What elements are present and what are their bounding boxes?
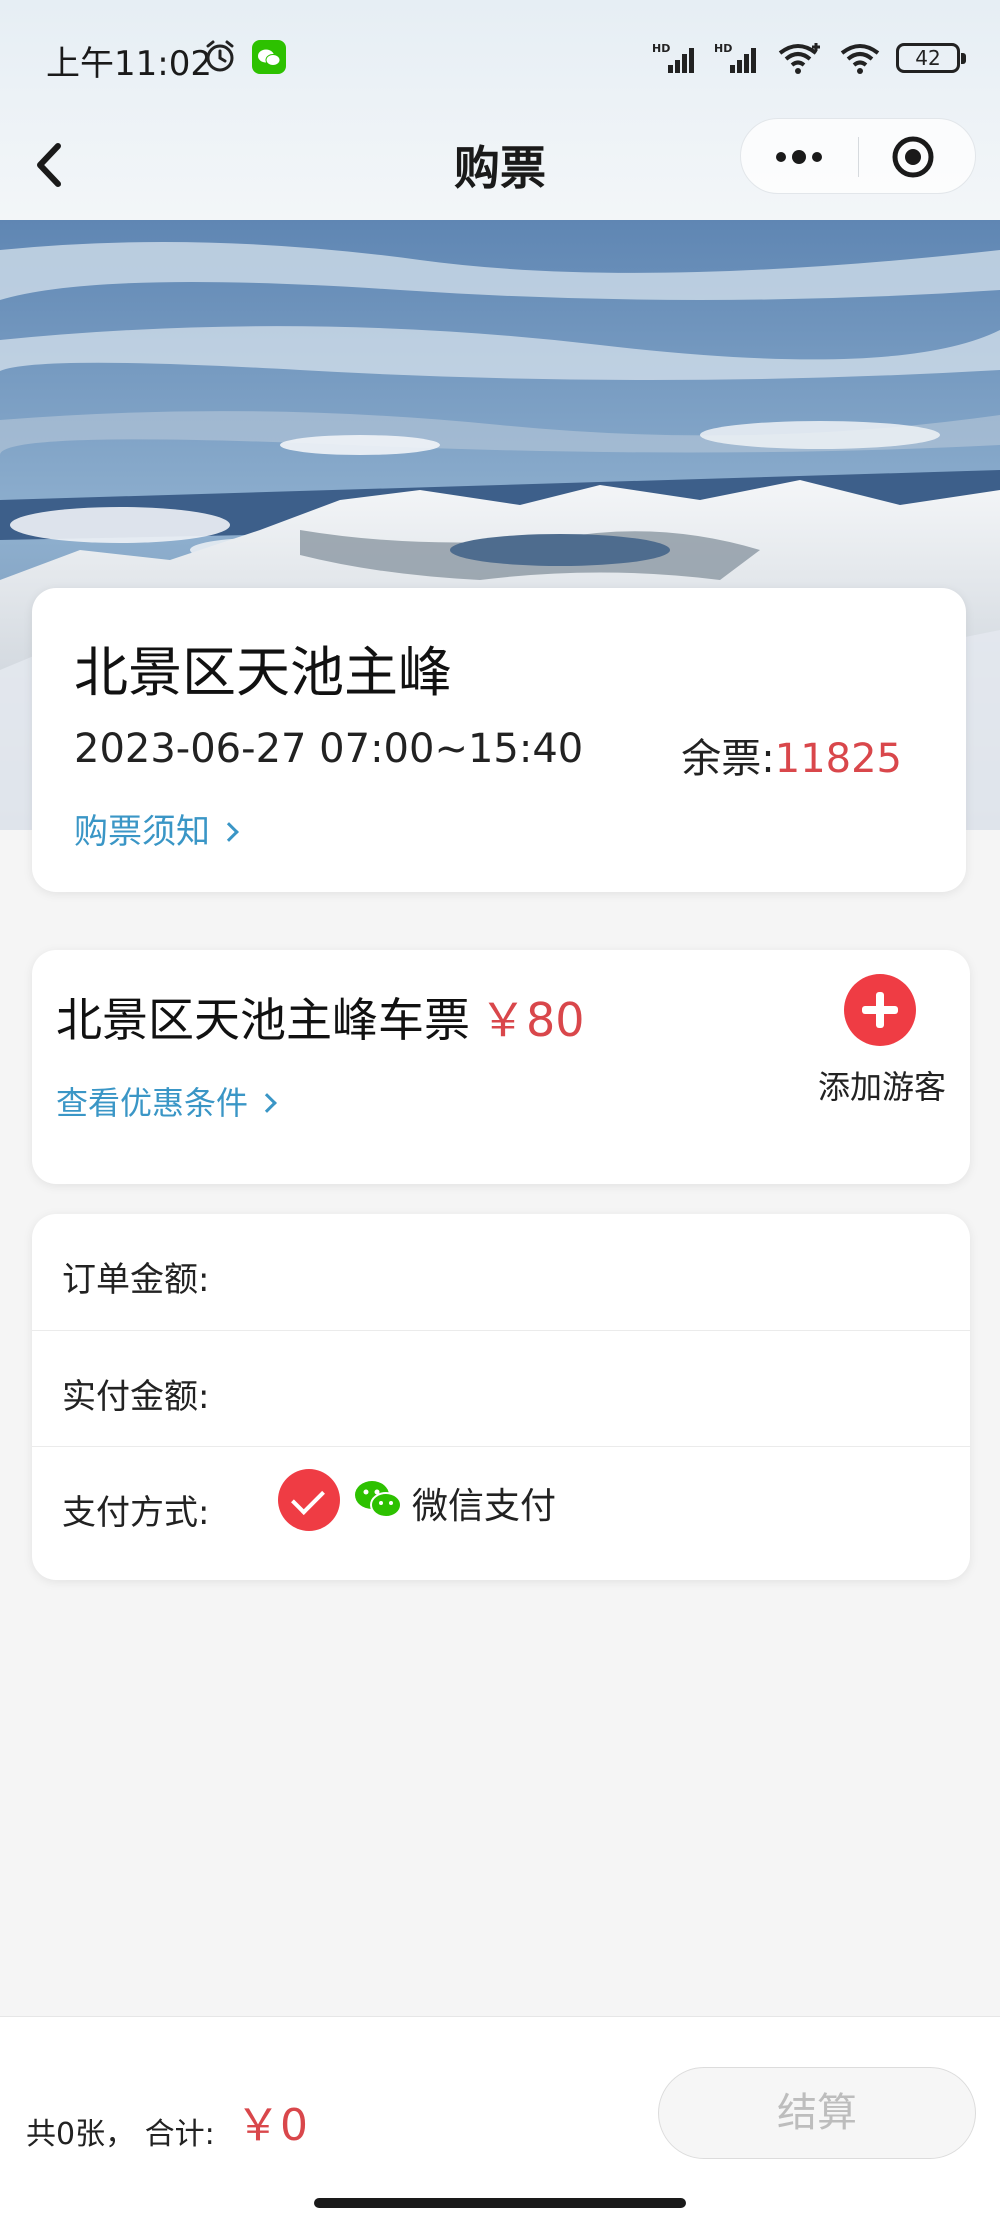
discount-conditions-label: 查看优惠条件 xyxy=(56,1084,249,1122)
alarm-icon xyxy=(206,40,234,72)
status-icons: HD HD 42 xyxy=(652,38,966,78)
payment-selected-check[interactable] xyxy=(278,1469,340,1531)
payment-method-name[interactable]: 微信支付 xyxy=(412,1477,556,1529)
hd-signal-icon: HD xyxy=(714,42,756,73)
discount-conditions-link[interactable]: 查看优惠条件 xyxy=(56,1078,277,1124)
remaining-count: 11825 xyxy=(774,736,902,782)
svg-text:HD: HD xyxy=(714,42,732,55)
ticket-price: ￥80 xyxy=(480,993,585,1047)
checkout-bar: 共0张， 合计: ￥0 结算 xyxy=(0,2016,1000,2222)
order-amount-row: 订单金额: xyxy=(32,1214,970,1330)
more-dots-icon[interactable] xyxy=(771,139,827,175)
purchase-notice-label: 购票须知 xyxy=(74,812,210,852)
open-time-range: 2023-06-27 07:00~15:40 xyxy=(74,726,584,772)
remaining-label: 余票: xyxy=(681,736,775,782)
svg-text:HD: HD xyxy=(652,42,670,55)
status-time: 上午11:02 xyxy=(46,44,212,84)
header-area: 上午11:02 HD HD 42 购票 xyxy=(0,0,1000,220)
chevron-right-icon xyxy=(257,1093,277,1113)
paid-amount-row: 实付金额: xyxy=(32,1330,970,1446)
target-circle-icon[interactable] xyxy=(891,135,935,179)
payment-method-row: 支付方式: 微信支付 xyxy=(32,1446,970,1562)
remaining-tickets: 余票:11825 xyxy=(681,726,902,784)
wechat-pay-icon xyxy=(355,1481,402,1518)
capsule-divider xyxy=(858,137,859,177)
checkout-button[interactable]: 结算 xyxy=(658,2067,976,2159)
total-amount: ￥0 xyxy=(236,2100,308,2151)
order-amount-label: 订单金额: xyxy=(62,1260,210,1300)
ticket-card: 北景区天池主峰车票 ￥80 查看优惠条件 添加游客 xyxy=(32,950,970,1184)
wifi-plus-icon xyxy=(778,43,820,74)
battery-icon: 42 xyxy=(896,43,966,73)
payment-method-label: 支付方式: xyxy=(62,1493,210,1533)
scenic-info-card: 北景区天池主峰 2023-06-27 07:00~15:40 余票:11825 … xyxy=(32,588,966,892)
add-visitor-button[interactable] xyxy=(844,974,916,1046)
wifi-icon xyxy=(840,44,880,74)
add-visitor-label[interactable]: 添加游客 xyxy=(818,1062,946,1108)
purchase-notice-link[interactable]: 购票须知 xyxy=(74,804,239,853)
paid-amount-label: 实付金额: xyxy=(62,1377,210,1417)
payment-card: 订单金额: 实付金额: 支付方式: 微信支付 xyxy=(32,1214,970,1580)
status-bar: 上午11:02 HD HD 42 xyxy=(0,0,1000,120)
hd-signal-icon: HD xyxy=(652,42,694,73)
scenic-name: 北景区天池主峰 xyxy=(74,641,452,704)
wechat-icon xyxy=(252,40,286,74)
ticket-title: 北景区天池主峰车票 ￥80 xyxy=(56,984,585,1050)
ticket-name: 北景区天池主峰车票 xyxy=(56,993,470,1047)
home-indicator[interactable] xyxy=(314,2198,686,2208)
mini-program-capsule xyxy=(740,118,976,194)
chevron-right-icon xyxy=(219,822,239,842)
ticket-total-text: 共0张， 合计: xyxy=(26,2117,215,2152)
